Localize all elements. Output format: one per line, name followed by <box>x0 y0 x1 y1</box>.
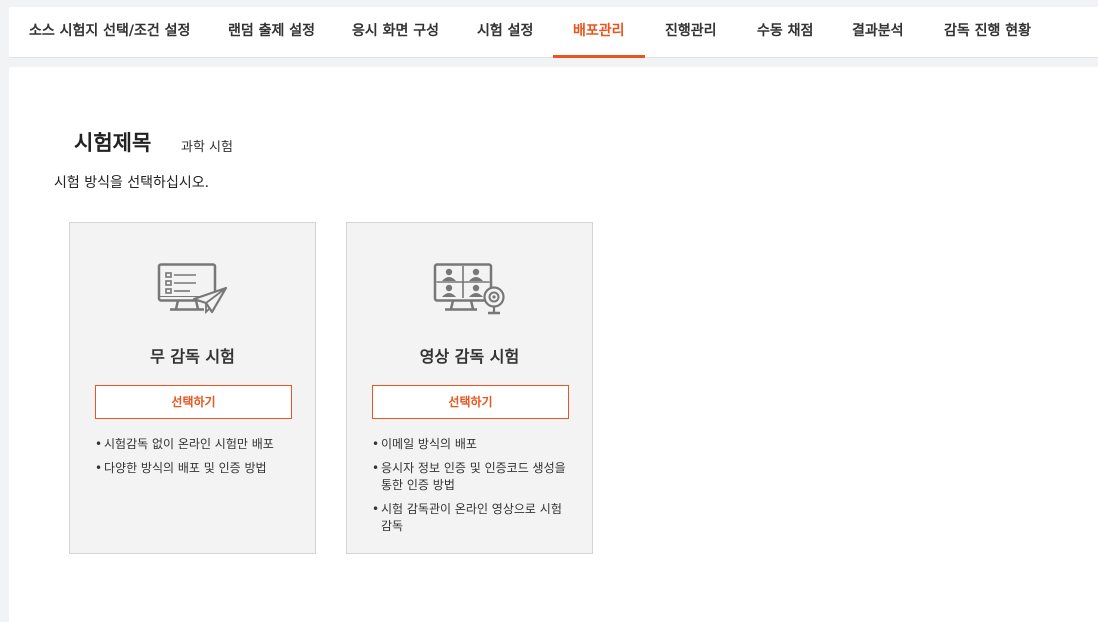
tab-exam-screen[interactable]: 응시 화면 구성 <box>352 7 439 58</box>
tab-proctor-status[interactable]: 감독 진행 현황 <box>944 7 1031 58</box>
tab-exam-settings[interactable]: 시험 설정 <box>477 7 533 58</box>
feature-item: 이메일 방식의 배포 <box>372 436 572 453</box>
tab-result-analysis[interactable]: 결과분석 <box>852 7 904 58</box>
select-video-proctored-button[interactable]: 선택하기 <box>372 385 569 419</box>
feature-item: 시험감독 없이 온라인 시험만 배포 <box>95 436 295 453</box>
tab-manual-grading[interactable]: 수동 채점 <box>757 7 813 58</box>
video-conference-webcam-icon <box>433 263 505 315</box>
tab-progress[interactable]: 진행관리 <box>665 7 717 58</box>
main-content: 시험제목 과학 시험 시험 방식을 선택하십시오. 무 감독 시험 선택하기 시… <box>9 67 1098 622</box>
tab-source-exam-select[interactable]: 소스 시험지 선택/조건 설정 <box>29 7 190 58</box>
feature-item: 응시자 정보 인증 및 인증코드 생성을 통한 인증 방법 <box>372 460 572 494</box>
tab-distribution[interactable]: 배포관리 <box>573 7 625 58</box>
feature-item: 다양한 방식의 배포 및 인증 방법 <box>95 460 295 477</box>
card-title: 무 감독 시험 <box>150 347 235 366</box>
monitor-paper-plane-icon <box>157 263 228 315</box>
feature-list: 이메일 방식의 배포 응시자 정보 인증 및 인증코드 생성을 통한 인증 방법… <box>372 436 572 542</box>
exam-name: 과학 시험 <box>181 140 233 155</box>
feature-item: 시험 감독관이 온라인 영상으로 시험 감독 <box>372 501 572 535</box>
top-nav: 소스 시험지 선택/조건 설정 랜덤 출제 설정 응시 화면 구성 시험 설정 … <box>9 7 1098 58</box>
page-title: 시험제목 <box>74 131 152 155</box>
card-unproctored-exam: 무 감독 시험 선택하기 시험감독 없이 온라인 시험만 배포 다양한 방식의 … <box>69 222 316 554</box>
card-video-proctored-exam: 영상 감독 시험 선택하기 이메일 방식의 배포 응시자 정보 인증 및 인증코… <box>346 222 593 554</box>
active-tab-indicator <box>553 55 645 58</box>
card-title: 영상 감독 시험 <box>419 347 520 366</box>
tab-random-setting[interactable]: 랜덤 출제 설정 <box>228 7 315 58</box>
feature-list: 시험감독 없이 온라인 시험만 배포 다양한 방식의 배포 및 인증 방법 <box>95 436 295 484</box>
select-unproctored-button[interactable]: 선택하기 <box>95 385 292 419</box>
instruction-text: 시험 방식을 선택하십시오. <box>54 175 210 191</box>
